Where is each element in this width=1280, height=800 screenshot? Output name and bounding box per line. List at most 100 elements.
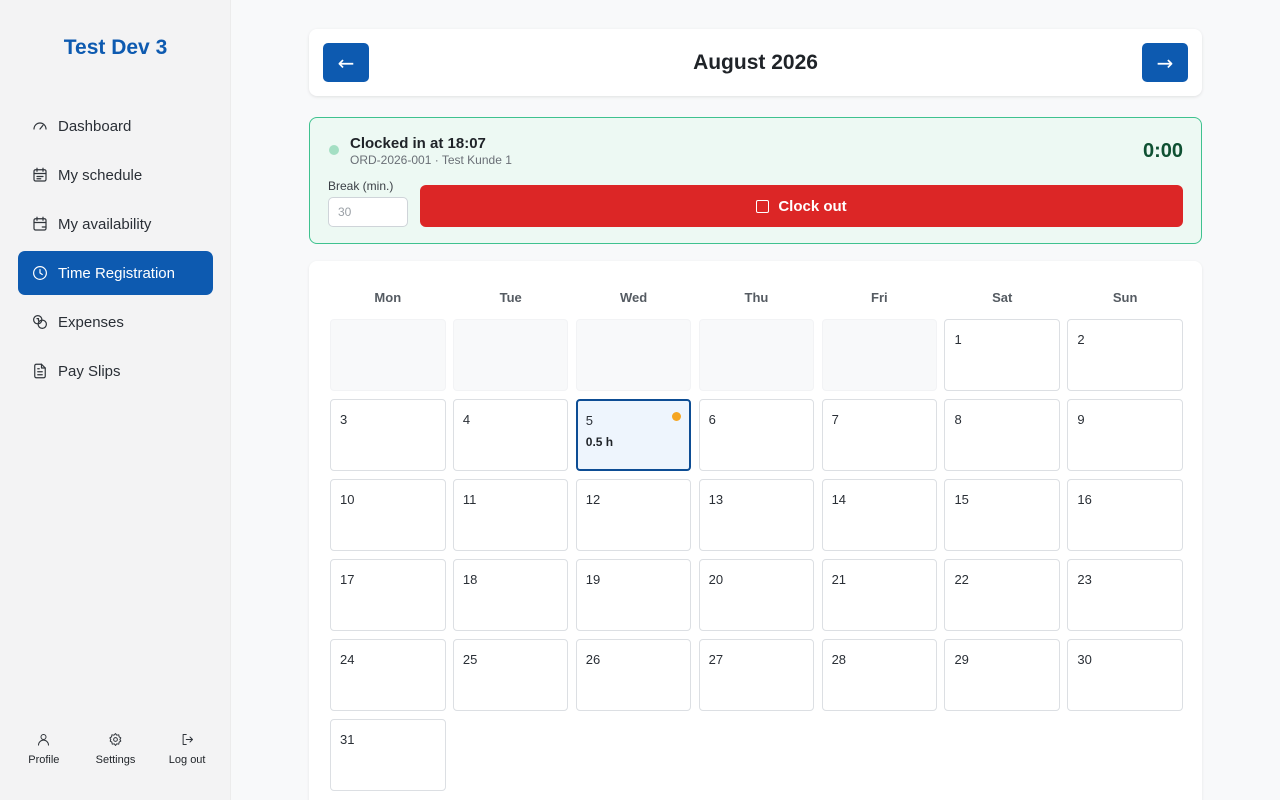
day-cell[interactable]: 14: [821, 479, 938, 551]
empty-day-cell: [575, 319, 692, 391]
sidebar-item-expenses[interactable]: Expenses: [18, 300, 213, 344]
clock-out-button[interactable]: Clock out: [420, 185, 1183, 227]
day-number: 24: [340, 652, 355, 667]
logout-label: Log out: [168, 754, 206, 766]
day-cell[interactable]: 6: [698, 399, 815, 471]
day-number: 5: [585, 413, 594, 428]
stop-square-icon: [756, 199, 770, 213]
empty-day-cell: [698, 319, 815, 391]
sidebar-item-my-schedule[interactable]: My schedule: [18, 153, 213, 197]
weekday-label: Wed: [619, 290, 648, 305]
day-number: 10: [340, 492, 355, 507]
sidebar-item-my-availability[interactable]: My availability: [18, 202, 213, 246]
day-number: 26: [585, 652, 601, 667]
weekday-label: Sun: [1112, 290, 1138, 305]
weekday-label: Mon: [374, 290, 402, 305]
day-cell[interactable]: 2: [1067, 319, 1183, 391]
day-cell[interactable]: 17: [330, 559, 446, 631]
day-number: 2: [1077, 332, 1085, 347]
sidebar-item-label: My schedule: [58, 166, 143, 184]
sidebar-item-label: Pay Slips: [58, 362, 121, 380]
day-number: 20: [708, 572, 724, 587]
gauge-icon: [31, 117, 49, 135]
logout-button[interactable]: Log out: [155, 732, 219, 766]
clock-out-label: Clock out: [778, 197, 847, 215]
day-cell[interactable]: 1: [944, 319, 1061, 391]
day-number: 16: [1077, 492, 1092, 507]
day-cell[interactable]: 22: [944, 559, 1061, 631]
day-cell[interactable]: 25: [452, 639, 569, 711]
day-cell[interactable]: 12: [575, 479, 692, 551]
sidebar-item-label: My availability: [58, 215, 152, 233]
day-number: 1: [954, 332, 962, 347]
weekday-label: Fri: [871, 290, 888, 305]
sidebar-item-dashboard[interactable]: Dashboard: [18, 104, 213, 148]
entry-marker-dot: [672, 412, 682, 421]
profile-button[interactable]: Profile: [12, 732, 76, 766]
day-number: 9: [1077, 412, 1085, 427]
calendar-grid: 1 2 3 4 5 0.5 h 6 7 8 9 10 11 12 13 14 15 16 17 18 19 20 21 22…: [330, 319, 1183, 791]
day-number: 18: [462, 572, 478, 587]
day-cell[interactable]: 4: [452, 399, 569, 471]
day-cell[interactable]: 15: [944, 479, 1061, 551]
clocked-in-title: Clocked in at 18:07: [350, 135, 486, 152]
day-cell[interactable]: 5 0.5 h: [575, 399, 692, 471]
day-number: 21: [831, 572, 847, 587]
day-cell[interactable]: 13: [698, 479, 815, 551]
day-cell[interactable]: 21: [821, 559, 938, 631]
day-cell[interactable]: 16: [1067, 479, 1183, 551]
day-cell[interactable]: 31: [330, 719, 446, 791]
day-cell[interactable]: 26: [575, 639, 692, 711]
day-number: 4: [462, 412, 471, 427]
document-icon: [31, 362, 49, 380]
day-number: 6: [708, 412, 716, 427]
elapsed-timer: 0:00: [1142, 140, 1183, 162]
profile-label: Profile: [28, 754, 60, 766]
day-cell[interactable]: 7: [821, 399, 938, 471]
day-number: 22: [954, 572, 969, 587]
day-cell[interactable]: 9: [1067, 399, 1183, 471]
day-number: 30: [1077, 652, 1092, 667]
day-cell[interactable]: 8: [944, 399, 1061, 471]
day-cell[interactable]: 23: [1067, 559, 1183, 631]
day-cell[interactable]: 29: [944, 639, 1061, 711]
status-indicator: [329, 145, 339, 155]
sidebar-footer: Profile Settings Log out: [8, 732, 223, 766]
sidebar-item-label: Time Registration: [58, 264, 175, 282]
day-cell[interactable]: 18: [452, 559, 569, 631]
day-number: 14: [831, 492, 847, 507]
day-cell[interactable]: 19: [575, 559, 692, 631]
day-cell[interactable]: 27: [698, 639, 815, 711]
day-number: 7: [831, 412, 839, 427]
day-number: 3: [340, 412, 348, 427]
sidebar-item-pay-slips[interactable]: Pay Slips: [18, 349, 213, 393]
sidebar-item-label: Expenses: [58, 313, 124, 331]
day-number: 25: [462, 652, 478, 667]
day-number: 31: [340, 732, 355, 747]
weekday-header: Mon Tue Wed Thu Fri Sat Sun: [330, 290, 1181, 305]
day-number: 12: [585, 492, 601, 507]
weekday-label: Sat: [992, 290, 1013, 305]
day-cell[interactable]: 10: [330, 479, 446, 551]
weekday-label: Tue: [499, 290, 522, 305]
month-navigator: ← August 2026 →: [309, 29, 1202, 96]
empty-day-cell: [330, 319, 446, 391]
logout-icon: [182, 734, 193, 745]
app-title: Test Dev 3: [63, 36, 168, 59]
settings-button[interactable]: Settings: [83, 732, 147, 766]
sidebar: Test Dev 3 Dashboard My schedule My avai…: [0, 0, 231, 800]
day-cell[interactable]: 24: [330, 639, 446, 711]
calendar-check-icon: [31, 215, 49, 233]
day-cell[interactable]: 30: [1067, 639, 1183, 711]
day-number: 13: [708, 492, 724, 507]
sidebar-item-time-registration[interactable]: Time Registration: [18, 251, 213, 295]
day-cell[interactable]: 11: [452, 479, 569, 551]
day-cell[interactable]: 20: [698, 559, 815, 631]
day-cell[interactable]: 28: [821, 639, 938, 711]
day-number: 28: [831, 652, 847, 667]
break-minutes-input[interactable]: [328, 197, 408, 227]
day-cell[interactable]: 3: [330, 399, 446, 471]
day-number: 27: [708, 652, 724, 667]
empty-day-cell: [452, 319, 569, 391]
next-month-button[interactable]: →: [1142, 43, 1188, 82]
